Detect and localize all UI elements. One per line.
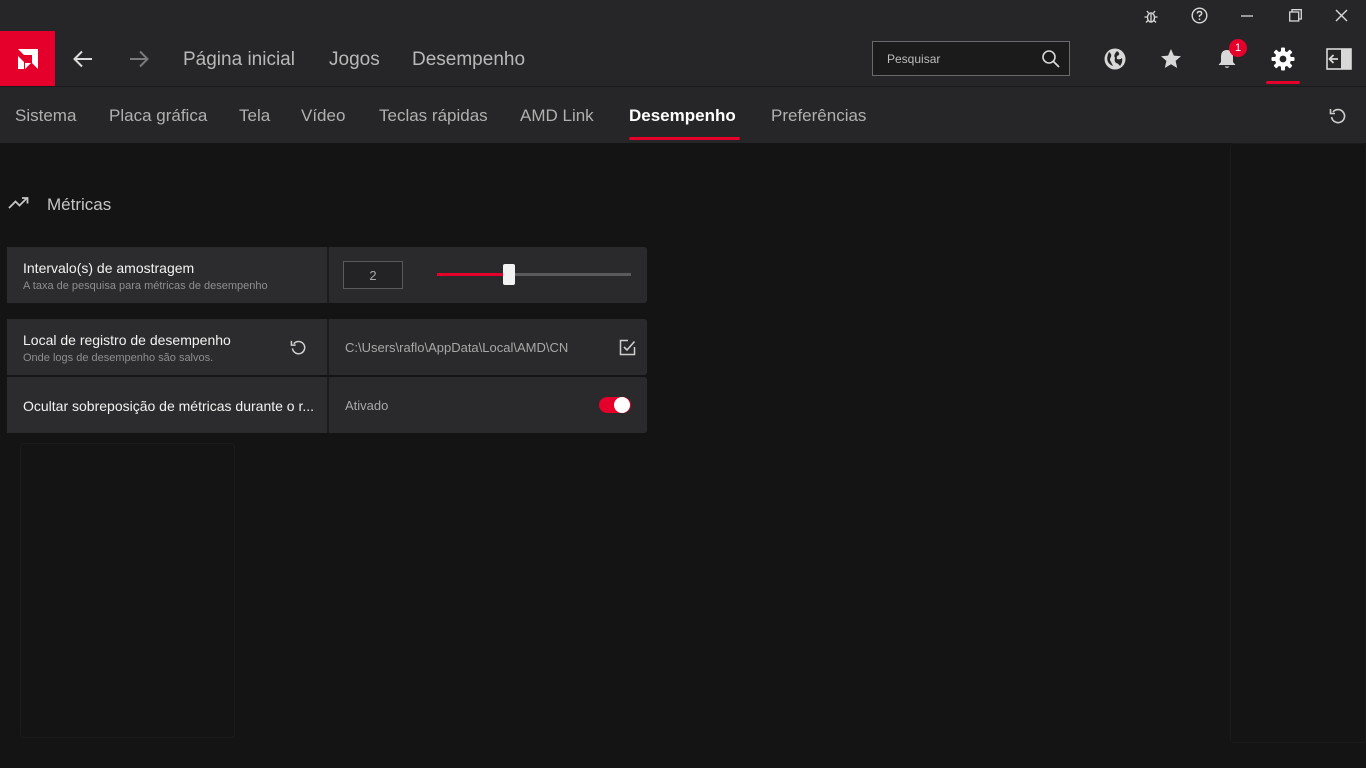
slider-fill [437,273,509,276]
setting-subtitle: Onde logs de desempenho são salvos. [23,352,214,364]
sampling-interval-input[interactable]: 2 [343,261,403,289]
hide-overlay-toggle[interactable] [599,397,631,413]
star-icon[interactable] [1143,31,1199,86]
setting-title: Ocultar sobreposição de métricas durante… [23,398,315,414]
bell-icon[interactable] [1199,31,1255,86]
forward-arrow-icon[interactable] [111,31,167,86]
minimize-icon[interactable] [1224,0,1270,31]
notification-badge: 1 [1229,39,1247,57]
background-panel [20,443,235,738]
sampling-interval-card: Intervalo(s) de amostragem A taxa de pes… [7,247,647,303]
setting-subtitle: A taxa de pesquisa para métricas de dese… [23,280,268,292]
toggle-state-label: Ativado [345,398,389,413]
search-input[interactable] [873,42,1033,75]
section-title: Métricas [47,195,112,214]
log-path-value: C:\Users\raflo\AppData\Local\AMD\CN [345,340,569,355]
help-icon[interactable] [1176,0,1222,31]
tab-graphics-card[interactable]: Placa gráfica [109,106,207,126]
setting-title: Local de registro de desempenho [23,332,231,348]
title-bar [0,0,1366,31]
gear-icon[interactable] [1255,31,1311,86]
tab-performance[interactable]: Desempenho [629,106,736,126]
card-divider [327,247,329,303]
nav-link-performance[interactable]: Desempenho [412,49,525,71]
nav-link-games[interactable]: Jogos [329,49,380,71]
sampling-interval-slider[interactable] [437,264,631,285]
trending-up-icon [8,195,30,211]
active-tab-indicator [629,137,740,140]
tab-system[interactable]: Sistema [15,106,76,126]
back-arrow-icon[interactable] [55,31,111,86]
tab-hotkeys[interactable]: Teclas rápidas [379,106,488,126]
exit-panel-icon[interactable] [1311,31,1366,86]
tab-display[interactable]: Tela [239,106,270,126]
amd-logo[interactable] [0,31,55,86]
slider-thumb[interactable] [502,264,515,285]
reset-icon[interactable] [288,337,308,357]
tab-video[interactable]: Vídeo [301,106,345,126]
restore-icon[interactable] [1272,0,1318,31]
tab-preferences[interactable]: Preferências [771,106,866,126]
globe-icon[interactable] [1087,31,1143,86]
setting-title: Intervalo(s) de amostragem [23,260,195,276]
card-divider [327,377,329,433]
browse-folder-icon[interactable] [617,337,637,357]
bug-icon[interactable] [1128,0,1174,31]
card-divider [327,319,329,375]
hide-overlay-card: Ocultar sobreposição de métricas durante… [7,377,647,433]
search-box [872,41,1070,76]
background-panel [1230,143,1366,743]
nav-link-home[interactable]: Página inicial [183,49,295,71]
search-icon[interactable] [1041,49,1061,69]
content-area: Métricas Intervalo(s) de amostragem A ta… [0,143,1366,768]
close-icon[interactable] [1318,0,1364,31]
settings-tabs: Sistema Placa gráfica Tela Vídeo Teclas … [0,87,1366,143]
settings-active-indicator [1266,81,1300,84]
tab-amd-link[interactable]: AMD Link [520,106,594,126]
toggle-knob [614,397,630,413]
main-header: Página inicial Jogos Desempenho 1 [0,31,1366,86]
reset-icon[interactable] [1324,102,1352,130]
log-location-card: Local de registro de desempenho Onde log… [7,319,647,375]
